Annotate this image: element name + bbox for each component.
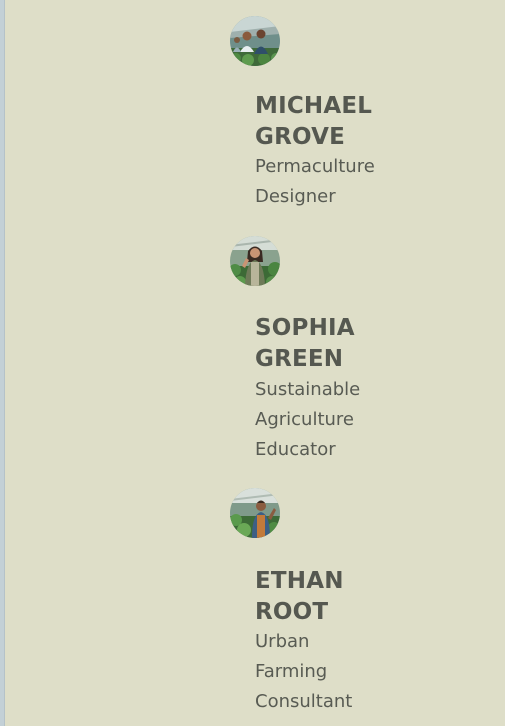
- member-name: ETHAN ROOT: [255, 568, 344, 625]
- woman-in-greenhouse-photo-icon: [230, 236, 280, 286]
- man-with-vegetables-photo-icon: [230, 488, 280, 538]
- member-role: Urban Farming Consultant: [255, 631, 353, 712]
- member-role: Permaculture Designer: [255, 156, 375, 207]
- member-name: MICHAEL GROVE: [255, 93, 373, 150]
- team-list: MICHAEL GROVE Permaculture Designer SOPH…: [0, 0, 505, 726]
- farmers-in-greenhouse-photo-icon: [230, 16, 280, 66]
- member-role: Sustainable Agriculture Educator: [255, 379, 361, 460]
- member-name: SOPHIA GREEN: [255, 315, 355, 372]
